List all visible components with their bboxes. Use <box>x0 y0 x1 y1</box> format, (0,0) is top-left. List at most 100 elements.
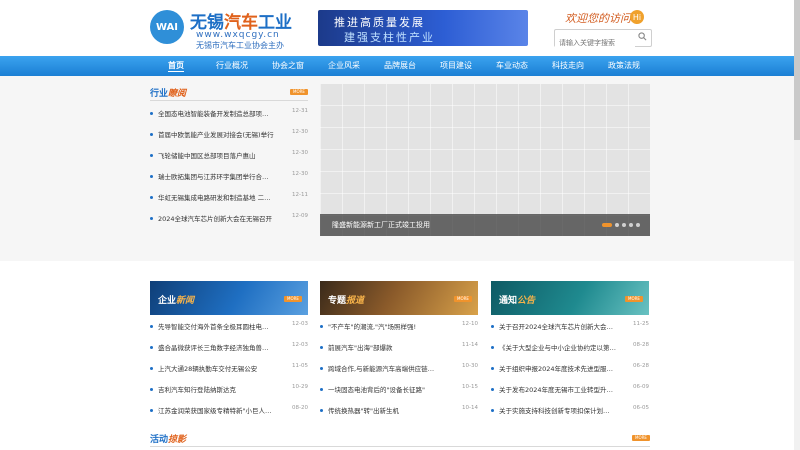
industry-news-title: 行业瞭阅 <box>150 89 187 99</box>
nav-item-2[interactable]: 协会之窗 <box>262 56 314 76</box>
list-item[interactable]: 瑞士欧拓集团与江苏环宇集团举行合… 12-30 <box>150 171 308 183</box>
nav-item-8[interactable]: 政策法规 <box>598 56 650 76</box>
list-item[interactable]: 全国态电池智能装备开发制造总部项… 12-31 <box>150 108 308 120</box>
list-item-title[interactable]: 华虹无锡集成电路研发和制造基地 二… <box>158 192 286 202</box>
slider-dot[interactable] <box>636 223 640 227</box>
list-item-title[interactable]: 瑞士欧拓集团与江苏环宇集团举行合… <box>158 171 286 181</box>
list-item[interactable]: 传统换热器"转"出新生机 10-14 <box>320 405 478 417</box>
search-box <box>554 29 652 50</box>
industry-news-more-button[interactable]: MORE <box>290 89 308 95</box>
activities-header: 活动掠影 MORE <box>150 432 650 448</box>
feature-reports-title: 专题报道 <box>328 296 365 306</box>
list-item-title[interactable]: 前展汽车"出海"部爆款 <box>328 342 456 352</box>
list-item[interactable]: 飞轮储能中国区总部项目落户惠山 12-30 <box>150 150 308 162</box>
search-icon[interactable] <box>638 32 647 41</box>
bullet-icon <box>320 388 323 391</box>
list-item-title[interactable]: 跨域合作,与新能源汽车高端供应链… <box>328 363 456 373</box>
news-slider[interactable]: 隆盛新能源新工厂正式竣工投用 <box>320 84 650 236</box>
list-item[interactable]: 吉利汽车知行登陆纳斯达克 10-29 <box>150 384 308 396</box>
list-item[interactable]: 关于组织申报2024年度技术先进型服… 06-28 <box>491 363 649 375</box>
bullet-icon <box>150 325 153 328</box>
list-item-title[interactable]: 盛合晶微获评长三角数字经济独角兽… <box>158 342 286 352</box>
nav-item-4[interactable]: 品牌展台 <box>374 56 426 76</box>
bullet-icon <box>150 154 153 157</box>
list-item[interactable]: 2024全球汽车芯片创新大会在无锡召开 12-09 <box>150 213 308 225</box>
list-item-date: 12-10 <box>462 321 478 327</box>
list-item-date: 08-28 <box>633 342 649 348</box>
divider <box>150 100 308 101</box>
notices-title: 通知公告 <box>499 296 536 306</box>
list-item-title[interactable]: 传统换热器"转"出新生机 <box>328 405 456 415</box>
list-item-date: 12-31 <box>292 108 308 114</box>
list-item-title[interactable]: 吉利汽车知行登陆纳斯达克 <box>158 384 286 394</box>
list-item-date: 10-29 <box>292 384 308 390</box>
list-item-date: 11-25 <box>633 321 649 327</box>
list-item-title[interactable]: 2024全球汽车芯片创新大会在无锡召开 <box>158 213 286 223</box>
list-item-title[interactable]: 关于实施支持科技创新专项扣保计划… <box>499 405 627 415</box>
bullet-icon <box>491 367 494 370</box>
bullet-icon <box>491 409 494 412</box>
slider-dot[interactable] <box>629 223 633 227</box>
list-item[interactable]: 关于实施支持科技创新专项扣保计划… 06-05 <box>491 405 649 417</box>
list-item-date: 10-30 <box>462 363 478 369</box>
nav-item-6[interactable]: 车业动态 <box>486 56 538 76</box>
list-item-title[interactable]: "不产车"的潮流,"汽"场照样强! <box>328 321 456 331</box>
list-item[interactable]: 江苏金润荣获国家级专精特新"小巨人… 08-20 <box>150 405 308 417</box>
scrollbar-thumb[interactable] <box>794 0 800 140</box>
list-item-title[interactable]: 一块固态电池背后的"设备长征路" <box>328 384 456 394</box>
list-item[interactable]: 跨域合作,与新能源汽车高端供应链… 10-30 <box>320 363 478 375</box>
search-input[interactable] <box>555 36 635 50</box>
list-item[interactable]: 《关于大型企业与中小企业协约定以第… 08-28 <box>491 342 649 354</box>
bullet-icon <box>491 388 494 391</box>
nav-item-1[interactable]: 行业概况 <box>206 56 258 76</box>
list-item-title[interactable]: 上汽大通28辆执勤车交付无锡公安 <box>158 363 286 373</box>
scrollbar[interactable] <box>794 0 800 450</box>
list-item-title[interactable]: 关于组织申报2024年度技术先进型服… <box>499 363 627 373</box>
nav-item-7[interactable]: 科技走向 <box>542 56 594 76</box>
nav-item-3[interactable]: 企业风采 <box>318 56 370 76</box>
enterprise-news-more-button[interactable]: MORE <box>284 296 302 302</box>
list-item[interactable]: 一块固态电池背后的"设备长征路" 10-15 <box>320 384 478 396</box>
list-item-title[interactable]: 全国态电池智能装备开发制造总部项… <box>158 108 286 118</box>
list-item[interactable]: 先导智能交付海外首条全极耳圆柱电… 12-03 <box>150 321 308 333</box>
bullet-icon <box>150 346 153 349</box>
list-item-date: 06-28 <box>633 363 649 369</box>
list-item-title[interactable]: 《关于大型企业与中小企业协约定以第… <box>499 342 627 352</box>
bullet-icon <box>150 175 153 178</box>
activities-more-button[interactable]: MORE <box>632 435 650 441</box>
logo-url: www.wxqcgy.cn <box>196 30 280 40</box>
list-item[interactable]: 关于召开2024全球汽车芯片创新大会… 11-25 <box>491 321 649 333</box>
slider-dot[interactable] <box>602 223 612 227</box>
slider-caption[interactable]: 隆盛新能源新工厂正式竣工投用 <box>320 214 650 236</box>
list-item[interactable]: 盛合晶微获评长三角数字经济独角兽… 12-03 <box>150 342 308 354</box>
list-item[interactable]: 上汽大通28辆执勤车交付无锡公安 11-05 <box>150 363 308 375</box>
feature-reports-more-button[interactable]: MORE <box>454 296 472 302</box>
activities-title: 活动掠影 <box>150 435 187 445</box>
list-item-date: 11-05 <box>292 363 308 369</box>
list-item-title[interactable]: 关于召开2024全球汽车芯片创新大会… <box>499 321 627 331</box>
list-item-title[interactable]: 江苏金润荣获国家级专精特新"小巨人… <box>158 405 286 415</box>
list-item[interactable]: 关于发布2024年度无锡市工业转型升… 06-09 <box>491 384 649 396</box>
industry-news-header: 行业瞭阅 MORE <box>150 86 308 102</box>
nav-item-0[interactable]: 首页 <box>150 56 202 76</box>
list-item-title[interactable]: 关于发布2024年度无锡市工业转型升… <box>499 384 627 394</box>
enterprise-news-title: 企业新闻 <box>158 296 195 306</box>
notices-more-button[interactable]: MORE <box>625 296 643 302</box>
list-item[interactable]: 华虹无锡集成电路研发和制造基地 二… 12-11 <box>150 192 308 204</box>
slider-dot[interactable] <box>622 223 626 227</box>
list-item[interactable]: 首届中欧氢能产业发展对接会(无锡)举行 12-30 <box>150 129 308 141</box>
list-item-title[interactable]: 首届中欧氢能产业发展对接会(无锡)举行 <box>158 129 286 139</box>
list-item-date: 11-14 <box>462 342 478 348</box>
list-item[interactable]: 前展汽车"出海"部爆款 11-14 <box>320 342 478 354</box>
list-item-title[interactable]: 飞轮储能中国区总部项目落户惠山 <box>158 150 286 160</box>
nav-item-5[interactable]: 项目建设 <box>430 56 482 76</box>
list-item[interactable]: "不产车"的潮流,"汽"场照样强! 12-10 <box>320 321 478 333</box>
list-item-date: 12-30 <box>292 129 308 135</box>
slider-dot[interactable] <box>615 223 619 227</box>
header-banner: 推进高质量发展 建强支柱性产业 <box>318 10 528 46</box>
list-item-date: 12-30 <box>292 171 308 177</box>
bullet-icon <box>150 133 153 136</box>
list-item-title[interactable]: 先导智能交付海外首条全极耳圆柱电… <box>158 321 286 331</box>
slider-dots <box>602 223 640 227</box>
list-item-date: 06-05 <box>633 405 649 411</box>
